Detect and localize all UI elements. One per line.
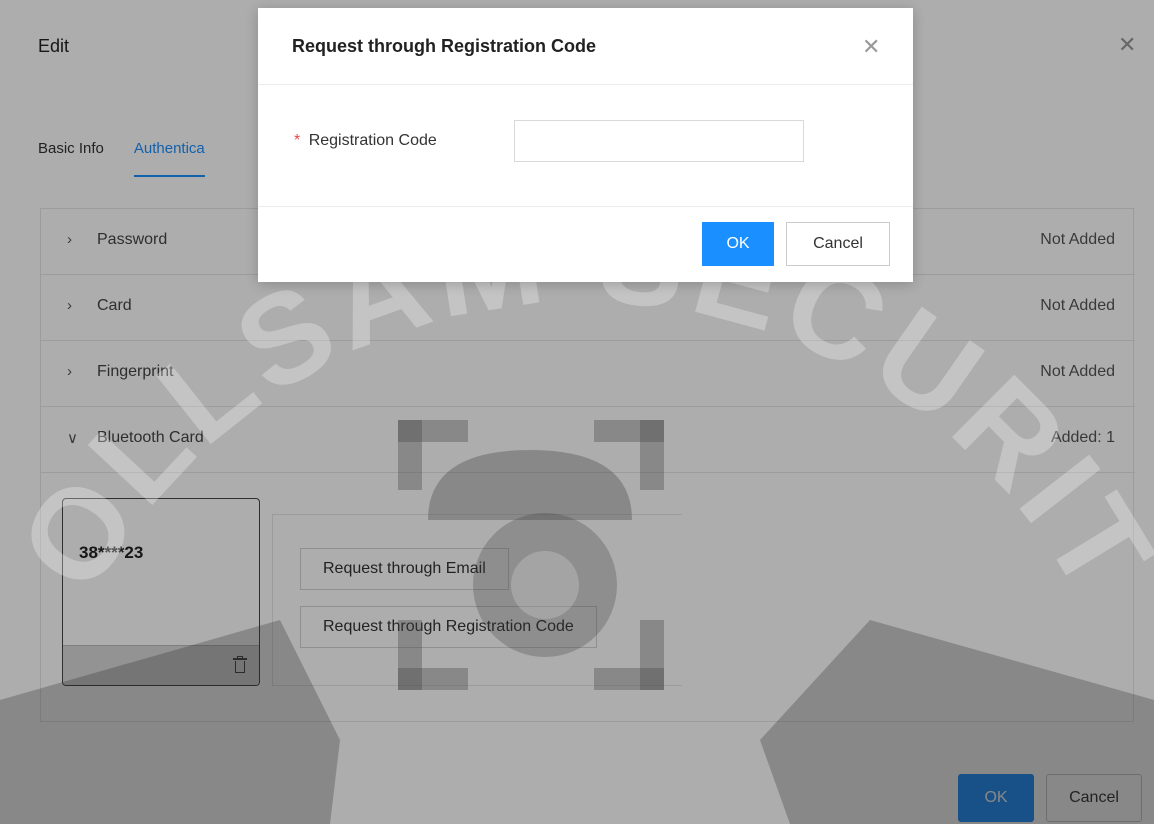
close-icon[interactable]: ✕ [862,34,880,60]
registration-code-modal: Request through Registration Code ✕ * Re… [258,8,913,282]
registration-code-label: * Registration Code [294,132,437,150]
modal-title: Request through Registration Code [292,36,597,56]
modal-ok-button[interactable]: OK [702,222,774,266]
registration-code-input[interactable] [514,120,804,162]
modal-cancel-button[interactable]: Cancel [786,222,890,266]
modal-divider [258,84,913,85]
modal-footer-divider [258,206,913,207]
registration-code-label-text: Registration Code [308,132,437,149]
required-mark: * [294,132,301,149]
